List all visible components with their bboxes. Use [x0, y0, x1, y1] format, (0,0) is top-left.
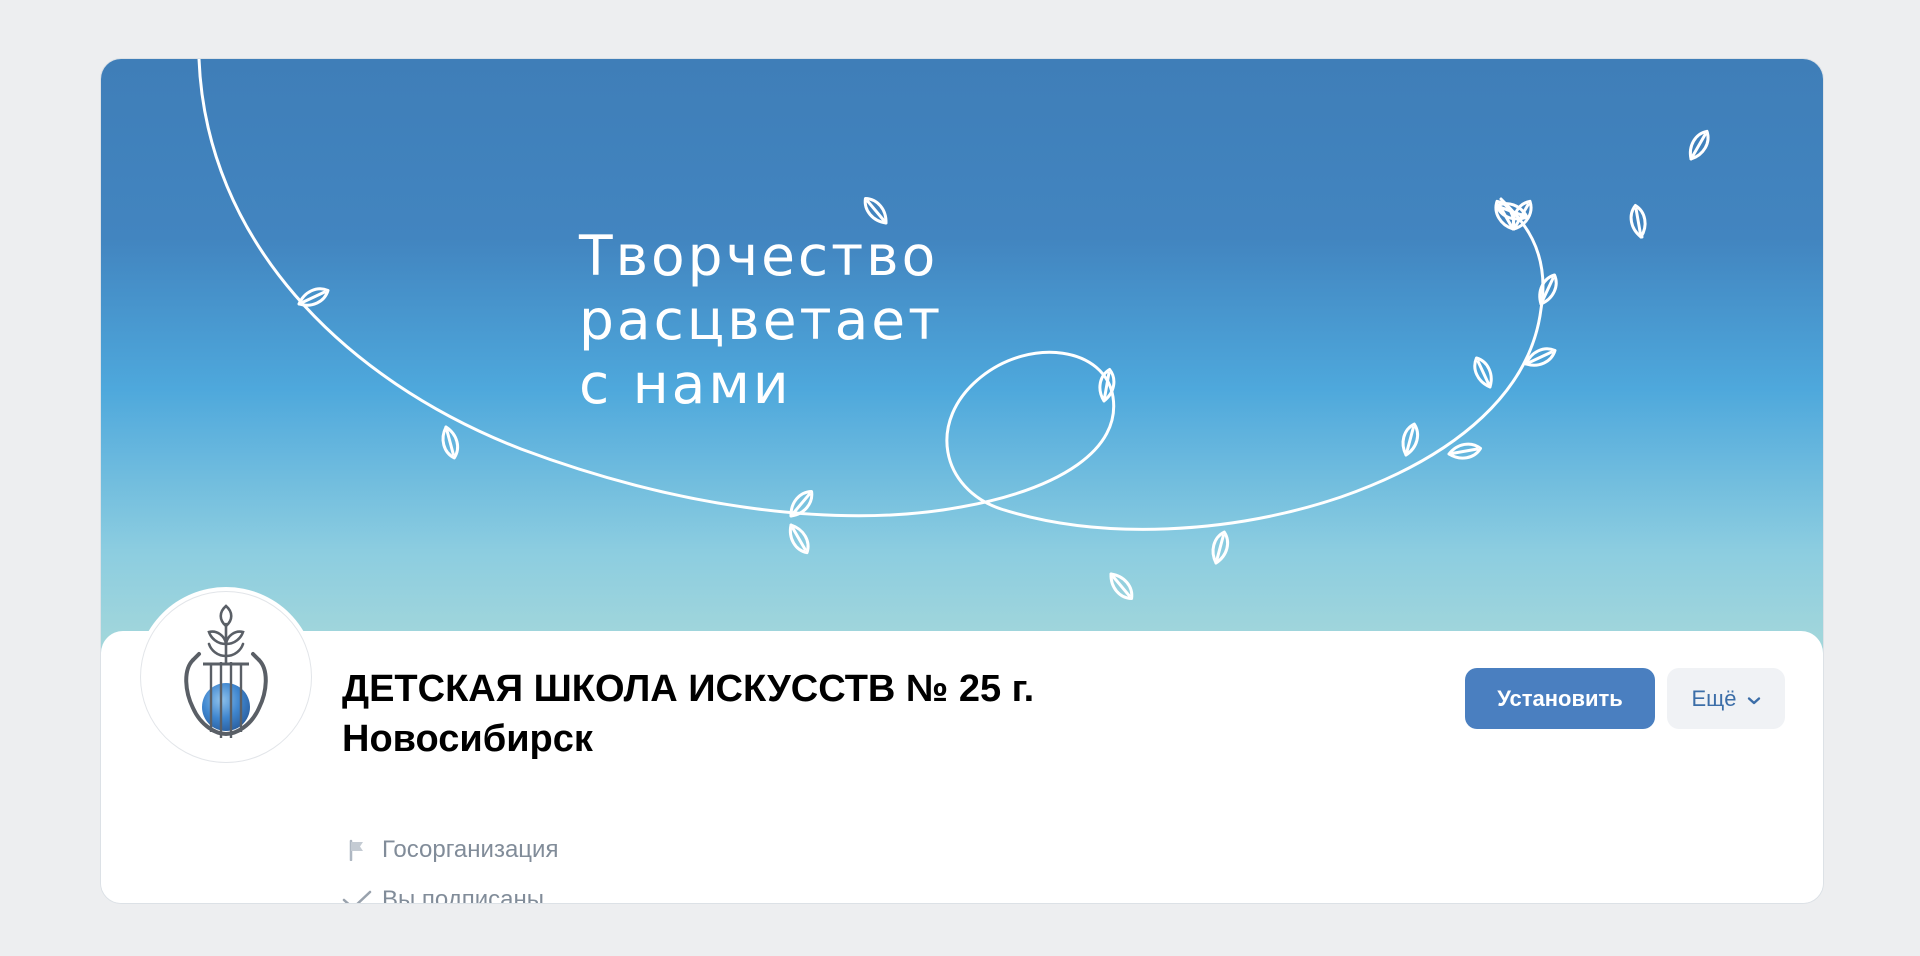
slogan-line-2: расцветает [579, 288, 944, 352]
community-category: Госорганизация [342, 835, 558, 865]
subscription-status[interactable]: Вы подписаны [342, 885, 544, 903]
slogan-line-3: с нами [579, 352, 792, 416]
community-header-card: Творчество расцветает с нами ДЕТСКАЯ ШКО… [101, 59, 1823, 903]
community-name-line-1: ДЕТСКАЯ ШКОЛА ИСКУССТВ № 25 г. [342, 668, 1035, 710]
avatar-image [141, 592, 311, 762]
more-button-label: Ещё [1691, 685, 1737, 711]
community-name: ДЕТСКАЯ ШКОЛА ИСКУССТВ № 25 г. Новосибир… [342, 664, 1262, 764]
chevron-down-icon [1747, 686, 1761, 712]
community-avatar[interactable] [136, 587, 316, 767]
community-category-label: Госорганизация [382, 836, 559, 863]
check-icon [342, 885, 372, 903]
lyre-logo [184, 604, 268, 738]
subscription-status-label: Вы подписаны [382, 886, 544, 903]
cover-image: Творчество расцветает с нами [101, 59, 1823, 659]
slogan-line-1: Творчество [579, 224, 939, 288]
more-button[interactable]: Ещё [1667, 668, 1785, 729]
community-name-line-2: Новосибирск [342, 718, 593, 760]
install-button[interactable]: Установить [1465, 668, 1655, 729]
flag-icon [342, 835, 372, 865]
install-button-label: Установить [1497, 685, 1623, 711]
cover-slogan: Творчество расцветает с нами [579, 224, 999, 416]
